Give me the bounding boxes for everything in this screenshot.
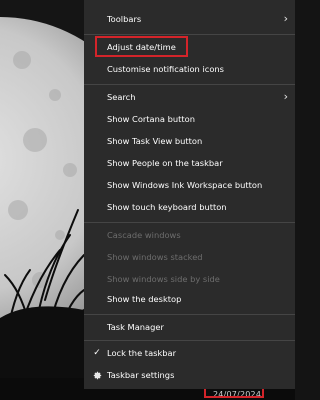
menu-item-label: Task Manager	[107, 322, 164, 332]
taskbar-date[interactable]: 24/07/2024	[213, 390, 261, 399]
menu-item-label: Toolbars	[107, 14, 142, 24]
menu-item-toolbars[interactable]: Toolbars ›	[84, 8, 295, 30]
menu-item-label: Show Windows Ink Workspace button	[107, 180, 263, 190]
menu-item-label: Customise notification icons	[107, 64, 224, 74]
menu-separator	[84, 340, 295, 341]
menu-item-show-the-desktop[interactable]: Show the desktop	[84, 288, 295, 310]
menu-item-taskbar-settings[interactable]: Taskbar settings	[84, 364, 295, 386]
menu-item-show-windows-ink[interactable]: Show Windows Ink Workspace button	[84, 174, 295, 196]
menu-item-search[interactable]: Search ›	[84, 86, 295, 108]
menu-item-label: Cascade windows	[107, 230, 181, 240]
menu-separator	[84, 34, 295, 35]
menu-item-label: Show People on the taskbar	[107, 158, 223, 168]
menu-item-show-people[interactable]: Show People on the taskbar	[84, 152, 295, 174]
menu-item-customise-notification-icons[interactable]: Customise notification icons	[84, 58, 295, 80]
menu-item-label: Show windows stacked	[107, 252, 203, 262]
chevron-right-icon: ›	[283, 12, 288, 25]
menu-item-label: Taskbar settings	[107, 370, 175, 380]
menu-item-cascade-windows: Cascade windows	[84, 224, 295, 246]
menu-item-show-cortana-button[interactable]: Show Cortana button	[84, 108, 295, 130]
menu-item-show-touch-keyboard[interactable]: Show touch keyboard button	[84, 196, 295, 218]
menu-item-label: Lock the taskbar	[107, 348, 177, 358]
chevron-right-icon: ›	[283, 90, 288, 103]
menu-item-adjust-date-time[interactable]: Adjust date/time	[84, 36, 295, 58]
gear-icon	[92, 364, 102, 386]
menu-item-label: Adjust date/time	[107, 42, 176, 52]
menu-separator	[84, 222, 295, 223]
menu-item-show-windows-stacked: Show windows stacked	[84, 246, 295, 268]
menu-item-task-manager[interactable]: Task Manager	[84, 316, 295, 338]
checkmark-icon: ✓	[93, 348, 101, 358]
menu-item-label: Show the desktop	[107, 294, 182, 304]
menu-item-label: Show touch keyboard button	[107, 202, 227, 212]
taskbar-context-menu: Toolbars › Adjust date/time Customise no…	[84, 0, 295, 389]
menu-item-label: Search	[107, 92, 136, 102]
menu-item-label: Show Cortana button	[107, 114, 195, 124]
menu-item-show-task-view-button[interactable]: Show Task View button	[84, 130, 295, 152]
menu-item-label: Show Task View button	[107, 136, 203, 146]
menu-separator	[84, 84, 295, 85]
menu-item-show-windows-side-by-side: Show windows side by side	[84, 268, 295, 290]
menu-item-lock-the-taskbar[interactable]: ✓ Lock the taskbar	[84, 342, 295, 364]
menu-item-label: Show windows side by side	[107, 274, 220, 284]
menu-separator	[84, 314, 295, 315]
